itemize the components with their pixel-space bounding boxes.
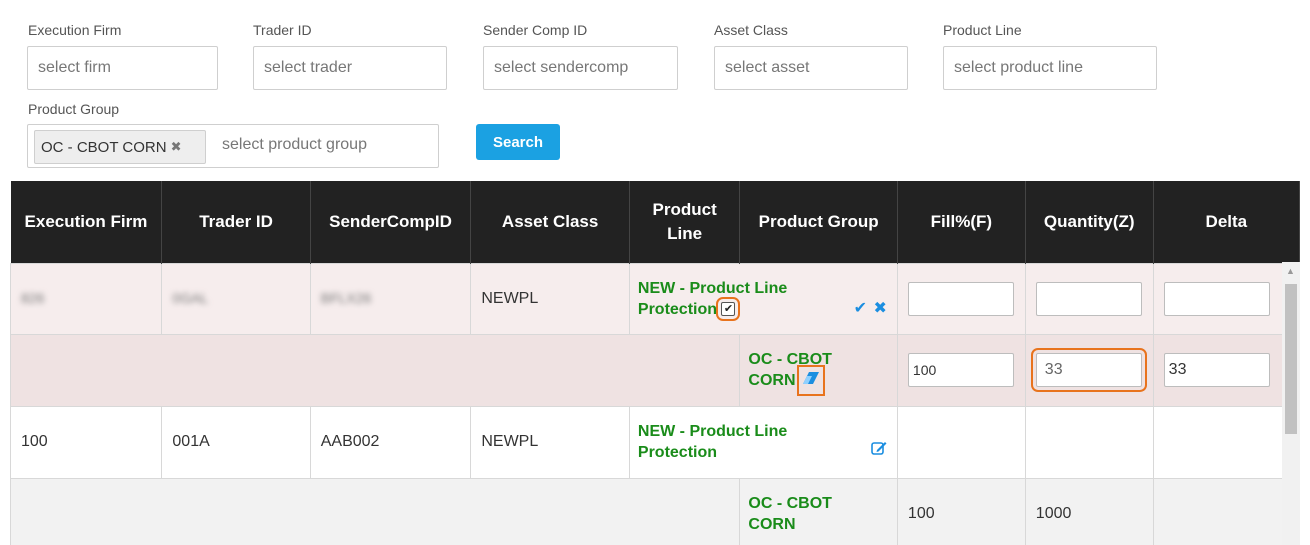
cell-fill: 100 xyxy=(896,333,1026,407)
blurred-value: BFLX26 xyxy=(320,289,372,306)
cell-delta xyxy=(1152,477,1300,545)
edit-icon[interactable] xyxy=(871,440,887,461)
delta-input[interactable] xyxy=(1163,281,1270,316)
cell-empty xyxy=(10,333,741,407)
cell-fill: 100 xyxy=(896,477,1026,545)
cell-quantity xyxy=(1024,405,1154,479)
fill-input[interactable]: 100 xyxy=(907,353,1014,387)
product-line-name: NEW - Product Line Protection xyxy=(637,423,788,461)
product-line-name: NEW - Product Line Protection xyxy=(637,279,788,318)
sender-comp-id-label: Sender Comp ID xyxy=(483,22,588,38)
cell-quantity: 33 xyxy=(1024,333,1154,407)
header-quantity[interactable]: Quantity(Z) xyxy=(1025,181,1154,263)
filter-panel: Execution Firm select firm Trader ID sel… xyxy=(0,0,1310,180)
table-header-row: Execution Firm Trader ID SenderCompID As… xyxy=(10,181,1300,263)
cell-product-line: NEW - Product Line Protection xyxy=(628,405,898,479)
chip-remove-icon[interactable]: ✖ xyxy=(171,139,182,155)
checkbox[interactable]: ✔ xyxy=(716,297,741,322)
cell-delta: 33 xyxy=(1152,333,1300,407)
quantity-input[interactable]: 33 xyxy=(1030,348,1147,392)
trader-id-label: Trader ID xyxy=(253,22,312,38)
cell-quantity xyxy=(1024,262,1154,335)
trader-id-input[interactable]: select trader xyxy=(253,46,447,90)
chip-label: OC - CBOT CORN xyxy=(41,138,167,156)
blurred-value: 0GAL xyxy=(172,289,209,306)
header-fill[interactable]: Fill%(F) xyxy=(897,181,1026,263)
execution-firm-label: Execution Firm xyxy=(28,22,122,38)
cell-empty xyxy=(10,477,741,545)
product-group-label: Product Group xyxy=(28,101,120,117)
asset-class-input[interactable]: select asset xyxy=(714,46,908,90)
delta-input[interactable]: 33 xyxy=(1163,353,1270,387)
table-row: OC - CBOT CORN 100 33 33 xyxy=(10,333,1300,407)
cell-execution-firm: 100 xyxy=(10,405,163,479)
cell-trader-id: 0GAL xyxy=(161,262,311,335)
product-line-input[interactable]: select product line xyxy=(943,46,1157,90)
cell-asset-class: NEWPL xyxy=(470,405,630,479)
cell-fill xyxy=(896,405,1026,479)
cell-trader-id: 001A xyxy=(161,405,311,479)
cell-asset-class: NEWPL xyxy=(470,262,630,335)
blurred-value: 826 xyxy=(21,289,45,306)
header-execution-firm[interactable]: Execution Firm xyxy=(10,181,163,263)
asset-class-label: Asset Class xyxy=(714,22,788,38)
cell-product-group: OC - CBOT CORN xyxy=(739,333,898,407)
cell-sendercompid: BFLX26 xyxy=(309,262,472,335)
product-group-chip[interactable]: OC - CBOT CORN ✖ xyxy=(34,130,206,164)
cell-fill xyxy=(896,262,1026,335)
cell-product-group: OC - CBOT CORN xyxy=(739,477,898,545)
cell-execution-firm: 826 xyxy=(10,262,163,335)
header-sendercompid[interactable]: SenderCompID xyxy=(310,181,472,263)
fill-input[interactable] xyxy=(907,281,1014,316)
cell-delta xyxy=(1152,262,1300,335)
header-delta[interactable]: Delta xyxy=(1153,181,1300,263)
cell-sendercompid: AAB002 xyxy=(309,405,472,479)
table-row: 826 0GAL BFLX26 NEWPL NEW - Product Line… xyxy=(10,262,1300,335)
product-group-name: OC - CBOT CORN xyxy=(748,495,832,533)
product-line-label: Product Line xyxy=(943,22,1022,38)
cell-product-line: NEW - Product Line Protection ✔ ✔ ✖ xyxy=(628,262,898,335)
results-table: Execution Firm Trader ID SenderCompID As… xyxy=(10,181,1300,545)
execution-firm-input[interactable]: select firm xyxy=(27,46,218,90)
table-row: OC - CBOT CORN 100 1000 xyxy=(10,477,1300,545)
header-asset-class[interactable]: Asset Class xyxy=(470,181,630,263)
cancel-x-icon[interactable]: ✖ xyxy=(874,300,887,317)
product-group-placeholder: select product group xyxy=(222,136,367,153)
quantity-input[interactable] xyxy=(1035,281,1142,316)
cell-quantity: 1000 xyxy=(1024,477,1154,545)
search-button[interactable]: Search xyxy=(476,124,560,160)
header-trader-id[interactable]: Trader ID xyxy=(161,181,311,263)
table-row: 100 001A AAB002 NEWPL NEW - Product Line… xyxy=(10,405,1300,479)
confirm-check-icon[interactable]: ✔ xyxy=(854,300,867,317)
vertical-scrollbar[interactable]: ▲ xyxy=(1282,262,1300,545)
scroll-up-arrow-icon[interactable]: ▲ xyxy=(1286,266,1295,276)
eraser-icon[interactable] xyxy=(796,365,825,397)
sender-comp-id-input[interactable]: select sendercomp xyxy=(483,46,678,90)
cell-delta xyxy=(1152,405,1300,479)
header-product-group[interactable]: Product Group xyxy=(739,181,898,263)
header-product-line[interactable]: Product Line xyxy=(629,181,741,263)
scroll-thumb[interactable] xyxy=(1285,284,1297,434)
